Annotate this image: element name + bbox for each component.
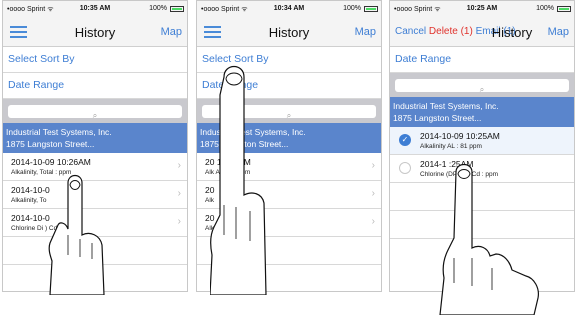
date-range-button[interactable]: Date Range <box>197 73 381 99</box>
list-item[interactable]: 20 Alk › <box>197 181 381 209</box>
list-item-empty <box>390 211 574 239</box>
chevron-right-icon: › <box>177 160 181 171</box>
search-input[interactable]: ⌕ <box>395 79 569 94</box>
chevron-right-icon: › <box>371 160 375 171</box>
battery-percent: 100% <box>536 5 554 12</box>
list-item[interactable]: 2014-10-0 Alkalinity, To › <box>3 181 187 209</box>
item-title: 2014-10-0 <box>11 185 50 195</box>
list-item[interactable]: 2014-1 :25AM Chlorine (DPD-1) Cd : ppm <box>390 155 574 183</box>
search-icon: ⌕ <box>92 111 98 120</box>
map-button[interactable]: Map <box>548 26 569 38</box>
unchecked-circle-icon[interactable] <box>399 162 411 174</box>
chevron-right-icon: › <box>177 188 181 199</box>
item-subtitle: Alk <box>205 225 215 232</box>
sort-by-button[interactable]: Sort By <box>234 53 268 65</box>
item-subtitle: Chlorine (DPD-1) Cd : ppm <box>420 171 499 178</box>
item-title: 2014-1 :25AM <box>420 159 474 169</box>
search-input[interactable]: ⌕ <box>202 105 376 120</box>
status-bar: •oooo Sprint ᯤ 10:35 AM 100% <box>3 1 187 18</box>
battery-percent: 100% <box>343 5 361 12</box>
list-item-empty <box>197 237 381 265</box>
item-title: 2014-10-09 10:26AM <box>11 157 91 167</box>
date-range-button[interactable]: Date Range <box>3 73 187 99</box>
list-item[interactable]: 2014-10-0 Chlorine Di ) Cd : ppm › <box>3 209 187 237</box>
list-item-empty <box>3 237 187 265</box>
battery-icon <box>170 6 184 12</box>
company-name: Industrial Test Systems, Inc. <box>393 101 499 111</box>
nav-bar: Cancel Delete (1) Email (1) History Map <box>390 18 574 47</box>
cancel-button[interactable]: Cancel <box>395 26 426 37</box>
item-subtitle: Alk AL : 81 ppm <box>205 169 251 176</box>
page-title: History <box>74 25 116 40</box>
search-icon: ⌕ <box>286 111 292 120</box>
map-button[interactable]: Map <box>355 26 376 38</box>
item-title: 20 <box>205 213 215 223</box>
company-address: 1875 Langston Street... <box>393 113 482 123</box>
group-header: Industrial Test Systems, Inc. 1875 Langs… <box>197 123 381 153</box>
company-name: Industrial Test Systems, Inc. <box>6 127 112 137</box>
phone-screen-3: •oooo Sprint ᯤ 10:25 AM 100% Cancel Dele… <box>389 0 575 292</box>
nav-bar: History Map <box>197 18 381 47</box>
list-item-selected[interactable]: ✓ 2014-10-09 10:25AM Alkalinity AL : 81 … <box>390 127 574 155</box>
status-bar: •oooo Sprint ᯤ 10:25 AM 100% <box>390 1 574 18</box>
list-item[interactable]: 20 Alk › <box>197 209 381 237</box>
item-title: 2014-10-0 <box>11 213 50 223</box>
search-input[interactable]: ⌕ <box>8 105 182 120</box>
item-subtitle: Alkalinity AL : 81 ppm <box>420 143 482 150</box>
company-name: Industrial Test Systems, Inc. <box>200 127 306 137</box>
search-bar: ⌕ <box>3 99 187 123</box>
search-icon: ⌕ <box>479 85 485 94</box>
chevron-right-icon: › <box>371 216 375 227</box>
item-subtitle: Alkalinity, To <box>11 197 47 204</box>
group-header: Industrial Test Systems, Inc. 1875 Langs… <box>3 123 187 153</box>
chevron-right-icon: › <box>177 216 181 227</box>
list-item[interactable]: 2014-10-09 10:26AM Alkalinity, Total : p… <box>3 153 187 181</box>
map-button[interactable]: Map <box>161 26 182 38</box>
date-range-button[interactable]: Date Range <box>390 47 574 73</box>
item-title: 20 10:26AM <box>205 157 251 167</box>
nav-bar: History Map <box>3 18 187 47</box>
battery-percent: 100% <box>149 5 167 12</box>
select-button[interactable]: Select <box>202 53 231 65</box>
sort-by-button[interactable]: Sort By <box>40 53 74 65</box>
item-subtitle: Alk <box>205 197 215 204</box>
company-address: 1875 Langston Street... <box>200 139 289 149</box>
action-row: Select Sort By <box>3 47 187 73</box>
chevron-right-icon: › <box>371 188 375 199</box>
action-row: Select Sort By <box>197 47 381 73</box>
list-item[interactable]: 20 10:26AM Alk AL : 81 ppm › <box>197 153 381 181</box>
page-title: History <box>268 25 310 40</box>
select-button[interactable]: Select <box>8 53 37 65</box>
item-subtitle: Alkalinity, Total : ppm <box>11 169 72 176</box>
item-subtitle: Chlorine Di ) Cd : ppm <box>11 225 76 232</box>
status-bar: •oooo Sprint ᯤ 10:34 AM 100% <box>197 1 381 18</box>
list-item-empty <box>390 183 574 211</box>
battery-icon <box>557 6 571 12</box>
search-bar: ⌕ <box>390 73 574 97</box>
search-bar: ⌕ <box>197 99 381 123</box>
phone-screen-2: •oooo Sprint ᯤ 10:34 AM 100% History Map… <box>196 0 382 292</box>
company-address: 1875 Langston Street... <box>6 139 95 149</box>
battery-icon <box>364 6 378 12</box>
group-header: Industrial Test Systems, Inc. 1875 Langs… <box>390 97 574 127</box>
phone-screen-1: •oooo Sprint ᯤ 10:35 AM 100% History Map… <box>2 0 188 292</box>
checkmark-icon[interactable]: ✓ <box>399 134 411 146</box>
item-title: 20 <box>205 185 215 195</box>
item-title: 2014-10-09 10:25AM <box>420 131 500 141</box>
